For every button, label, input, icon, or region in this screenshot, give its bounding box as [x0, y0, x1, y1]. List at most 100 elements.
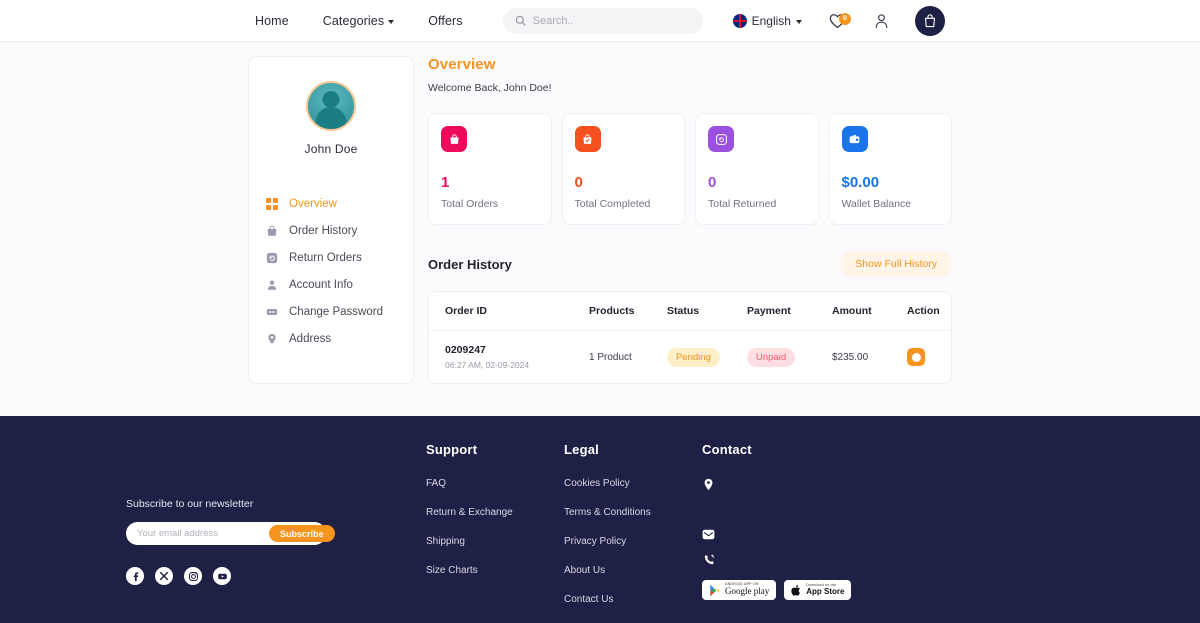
- order-history-table: Order ID Products Status Payment Amount …: [429, 292, 951, 383]
- badge-text: Download on the App Store: [806, 583, 845, 596]
- uk-flag-icon: [732, 13, 747, 28]
- grid-icon: [265, 197, 278, 210]
- app-store-badge[interactable]: Download on the App Store: [784, 580, 852, 600]
- social-link-facebook[interactable]: [126, 567, 144, 585]
- show-full-history-button[interactable]: Show Full History: [840, 251, 952, 277]
- stat-card-total-completed: 0 Total Completed: [561, 113, 685, 225]
- account-main: Overview Welcome Back, John Doe! 1 Total…: [428, 56, 952, 384]
- sidebar-item-overview[interactable]: Overview: [249, 190, 413, 217]
- footer-link-about-us[interactable]: About Us: [564, 565, 702, 576]
- order-history-header: Order History Show Full History: [428, 251, 952, 277]
- footer-link-cookies-policy[interactable]: Cookies Policy: [564, 478, 702, 489]
- welcome-text: Welcome Back, John Doe!: [428, 82, 552, 94]
- wishlist-button[interactable]: 0: [828, 12, 851, 30]
- sidebar-item-label: Address: [289, 332, 332, 345]
- stat-icon-wrapper: [441, 126, 467, 152]
- cell-amount: $235.00: [832, 351, 869, 363]
- table-row: 0209247 06:27 AM, 02-09-2024 1 Product P…: [429, 331, 951, 384]
- account-button[interactable]: [874, 13, 889, 29]
- location-pin-icon: [265, 332, 278, 345]
- sidebar-item-change-password[interactable]: Change Password: [249, 298, 413, 325]
- stat-icon-wrapper: [708, 126, 734, 152]
- wallet-icon: [849, 134, 860, 143]
- view-order-button[interactable]: [907, 348, 925, 366]
- language-label: English: [751, 13, 791, 28]
- column-header-amount: Amount: [832, 292, 907, 331]
- sidebar-item-order-history[interactable]: Order History: [249, 217, 413, 244]
- nav-label: Offers: [428, 13, 463, 28]
- instagram-icon: [188, 571, 198, 581]
- email-input[interactable]: [137, 528, 269, 539]
- cart-button[interactable]: [914, 5, 945, 36]
- footer-link-faq[interactable]: FAQ: [426, 478, 564, 489]
- stat-label: Total Completed: [574, 198, 651, 210]
- footer-heading: Legal: [564, 442, 599, 457]
- footer-link-size-charts[interactable]: Size Charts: [426, 565, 564, 576]
- footer-link-shipping[interactable]: Shipping: [426, 536, 564, 547]
- stat-cards: 1 Total Orders 0 Total Completed 0 Total…: [428, 113, 952, 225]
- search-box[interactable]: Search..: [502, 7, 703, 34]
- newsletter-label: Subscribe to our newsletter: [126, 498, 254, 510]
- footer-heading: Contact: [702, 442, 752, 457]
- footer-column-contact: Contact ANDROID APP ON Google play Downl…: [702, 442, 902, 623]
- bag-icon: [449, 133, 459, 144]
- sidebar-item-label: Overview: [289, 197, 337, 210]
- page-title: Overview: [428, 56, 496, 73]
- order-history-table-card: Order ID Products Status Payment Amount …: [428, 291, 952, 384]
- footer-link-return-exchange[interactable]: Return & Exchange: [426, 507, 564, 518]
- sidebar-item-label: Return Orders: [289, 251, 362, 264]
- badge-text: ANDROID APP ON Google play: [725, 583, 769, 596]
- language-selector[interactable]: English: [732, 13, 802, 28]
- sidebar-item-address[interactable]: Address: [249, 325, 413, 352]
- footer-link-privacy-policy[interactable]: Privacy Policy: [564, 536, 702, 547]
- search-placeholder: Search..: [532, 14, 574, 27]
- footer-column-legal: Legal Cookies Policy Terms & Conditions …: [564, 442, 702, 623]
- stat-label: Total Orders: [441, 198, 499, 210]
- footer-heading: Support: [426, 442, 478, 457]
- order-date-value: 06:27 AM, 02-09-2024: [445, 360, 530, 370]
- subscribe-button[interactable]: Subscribe: [269, 525, 335, 542]
- stat-value: 0: [574, 174, 583, 191]
- avatar-wrapper: [249, 81, 413, 131]
- search-icon: [515, 15, 526, 26]
- nav-item-home[interactable]: Home: [255, 14, 289, 28]
- location-pin-icon: [702, 478, 715, 491]
- avatar-body: [315, 107, 347, 129]
- chevron-down-icon: [795, 19, 802, 24]
- stat-label: Total Returned: [708, 198, 777, 210]
- social-link-youtube[interactable]: [213, 567, 231, 585]
- payment-badge: Unpaid: [747, 348, 796, 367]
- badge-main-text: App Store: [806, 586, 845, 596]
- stat-icon-wrapper: [841, 126, 868, 152]
- stat-icon-wrapper: [574, 126, 601, 152]
- site-header: Home Categories Offers Search.. English …: [0, 0, 1200, 42]
- nav-label: Categories: [322, 13, 385, 28]
- mail-icon: [702, 528, 715, 541]
- footer-column-support: Support FAQ Return & Exchange Shipping S…: [426, 442, 564, 623]
- nav-item-categories[interactable]: Categories: [322, 13, 395, 28]
- avatar-head: [322, 91, 340, 108]
- nav-item-offers[interactable]: Offers: [428, 14, 462, 28]
- app-store-badges: ANDROID APP ON Google play Download on t…: [702, 580, 902, 600]
- sidebar-item-return-orders[interactable]: Return Orders: [249, 244, 413, 271]
- social-link-instagram[interactable]: [184, 567, 202, 585]
- sidebar-nav: Overview Order History Return Orders Acc…: [249, 190, 413, 352]
- footer-link-contact-us[interactable]: Contact Us: [564, 594, 702, 605]
- badge-main-text: Google play: [725, 586, 770, 597]
- social-link-x-twitter[interactable]: [155, 567, 173, 585]
- google-play-badge[interactable]: ANDROID APP ON Google play: [702, 580, 777, 600]
- footer-link-terms-conditions[interactable]: Terms & Conditions: [564, 507, 702, 518]
- wishlist-count-badge: 0: [838, 12, 851, 25]
- bag-icon: [924, 14, 936, 28]
- order-id-value: 0209247: [445, 344, 486, 356]
- user-icon: [875, 13, 888, 28]
- cell-payment: Unpaid: [747, 331, 832, 384]
- column-header-products: Products: [589, 292, 667, 331]
- cell-products: 1 Product: [589, 351, 632, 363]
- sidebar-item-account-info[interactable]: Account Info: [249, 271, 413, 298]
- sidebar-item-label: Change Password: [289, 305, 383, 318]
- sidebar-item-label: Account Info: [289, 278, 353, 291]
- column-header-payment: Payment: [747, 292, 832, 331]
- stat-card-total-orders: 1 Total Orders: [428, 113, 552, 225]
- column-header-status: Status: [667, 292, 747, 331]
